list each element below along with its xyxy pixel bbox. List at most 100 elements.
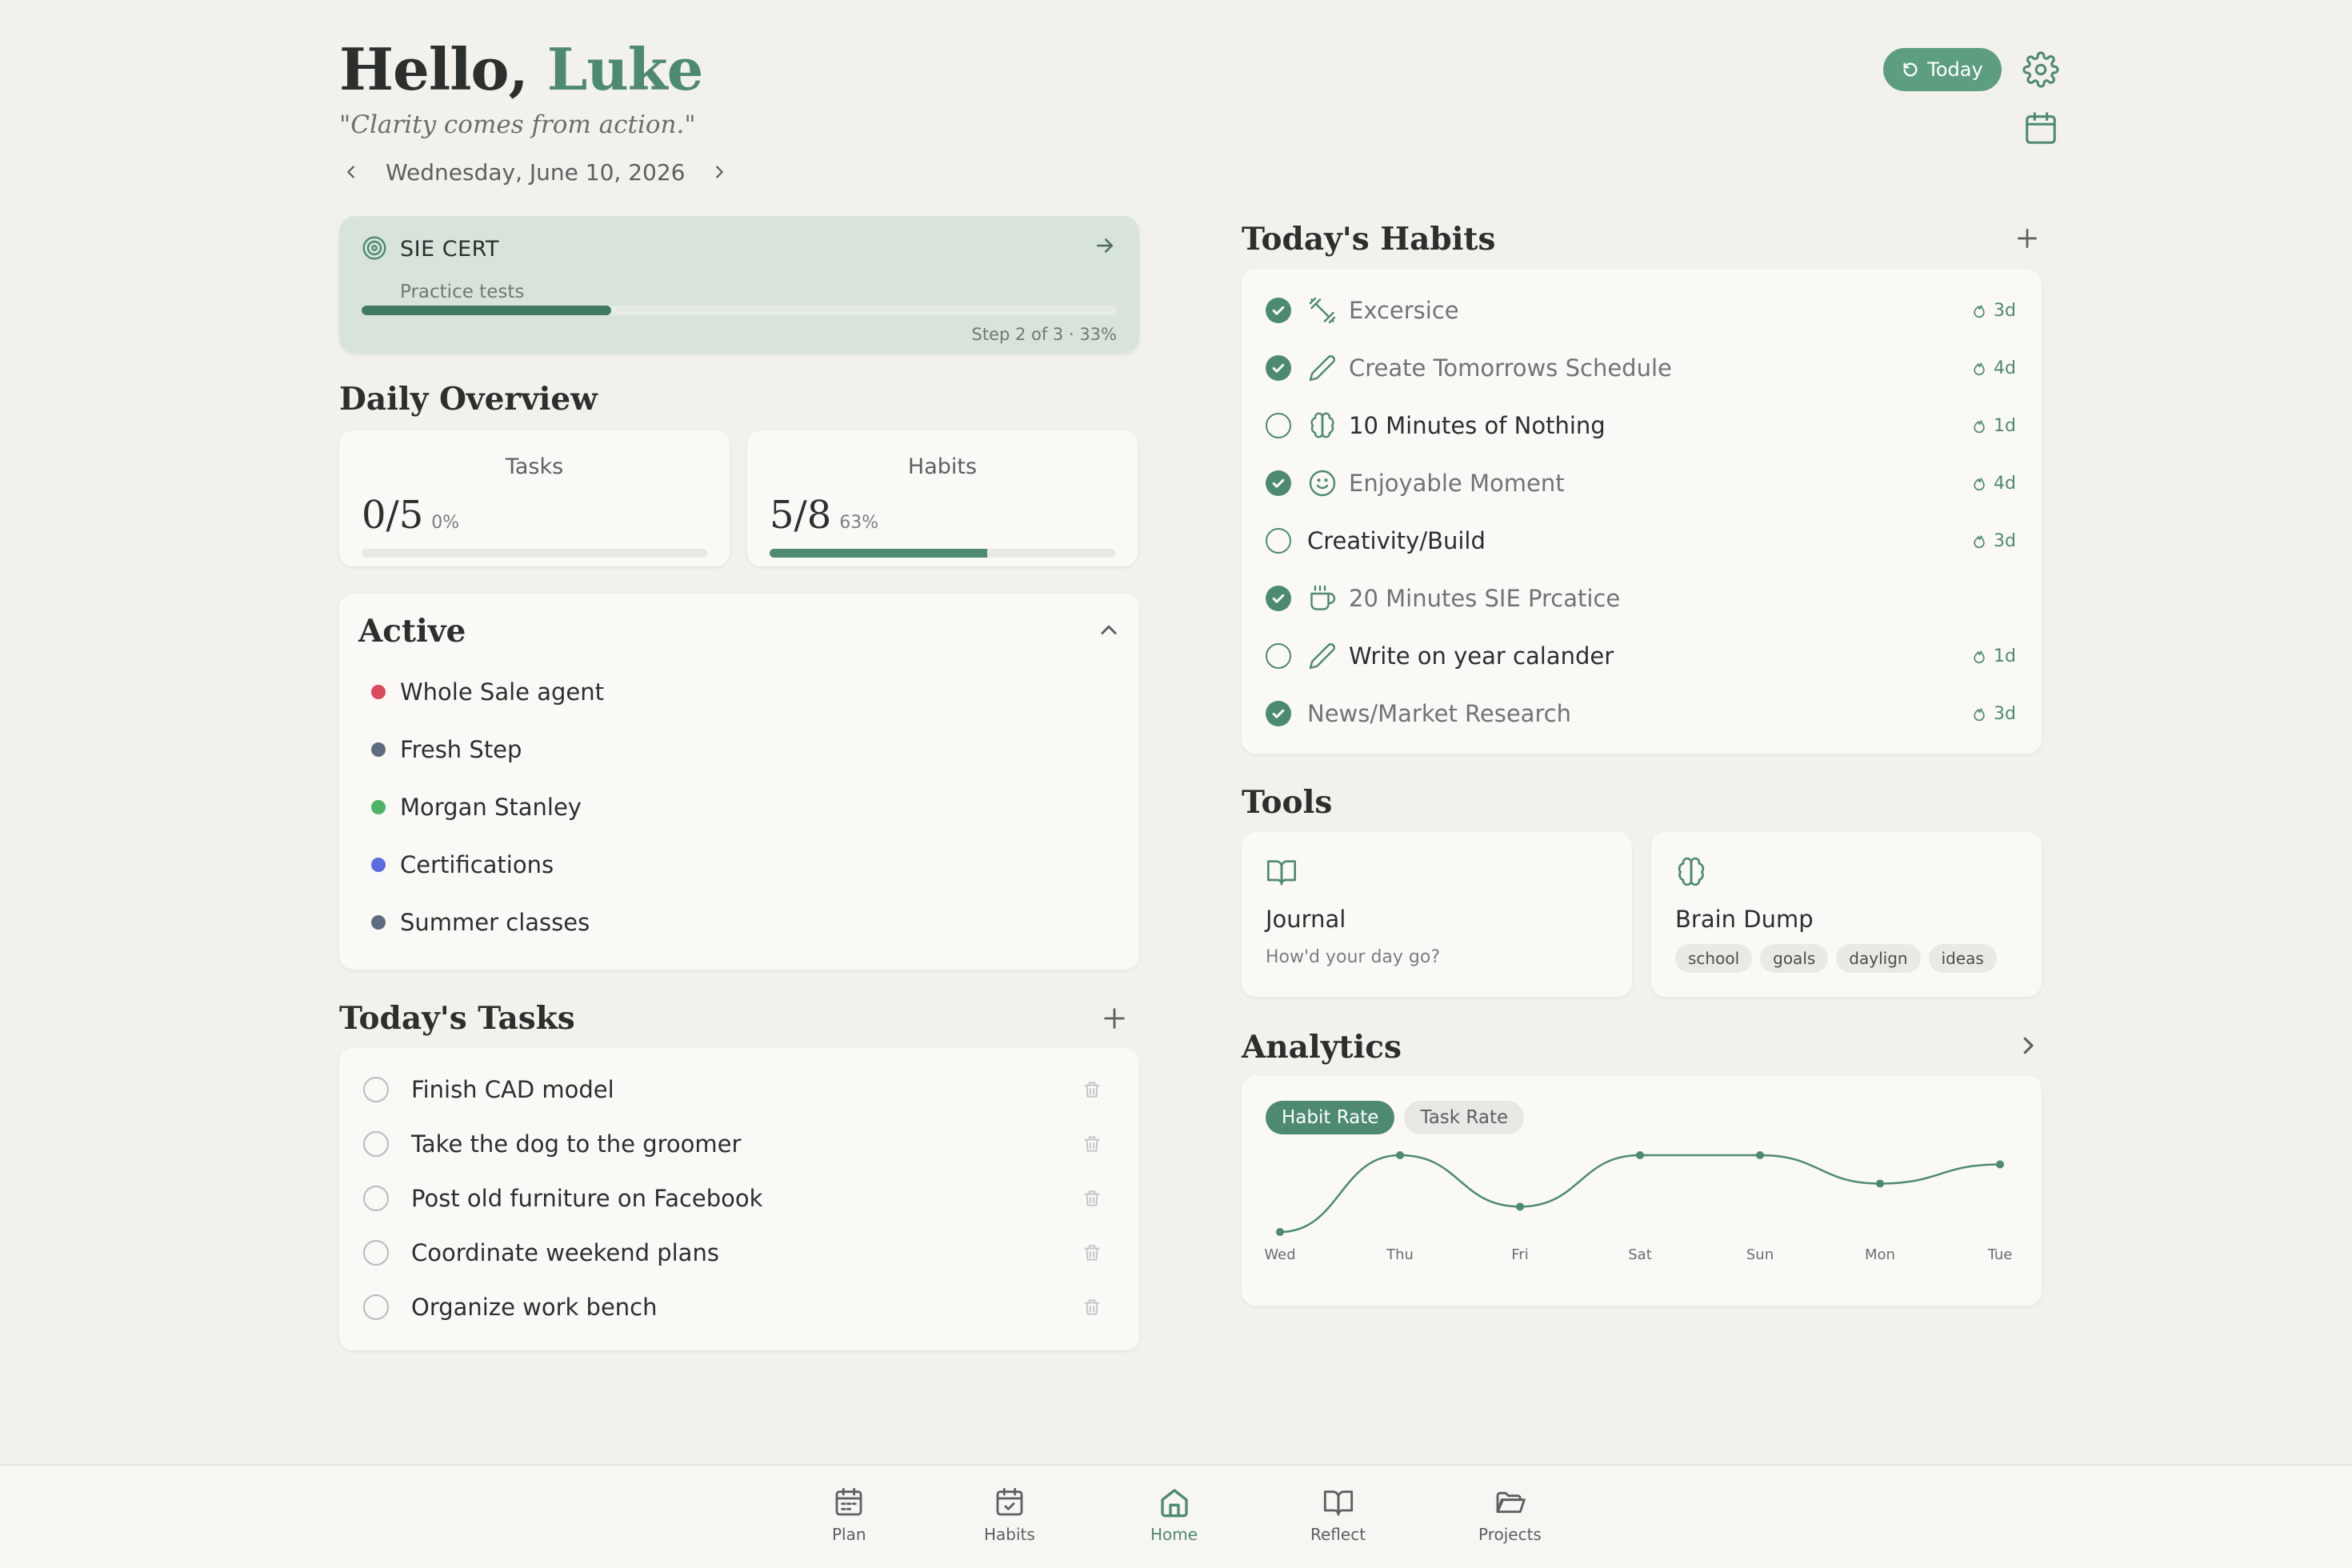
settings-button[interactable] [2019,48,2062,91]
calendar-icon [2026,112,2056,144]
project-color-dot [371,915,386,930]
tasks-overview-card[interactable]: Tasks 0/5 0% [339,430,730,566]
todays-habits-title: Today's Habits [1242,221,1496,258]
gear-icon [2022,51,2059,88]
habit-checkbox[interactable] [1266,413,1291,438]
next-day-button[interactable] [707,160,731,184]
daily-overview-title: Daily Overview [339,381,598,418]
task-row[interactable]: Take the dog to the groomer [363,1120,1115,1168]
nav-home[interactable]: Home [1150,1486,1198,1544]
habit-label: 10 Minutes of Nothing [1349,412,1606,439]
tasks-list-card: Finish CAD model Take the dog to the gro… [339,1048,1139,1350]
tag-chip[interactable]: school [1675,944,1753,973]
data-point [1876,1179,1884,1188]
task-row[interactable]: Post old furniture on Facebook [363,1174,1115,1222]
active-item[interactable]: Whole Sale agent [371,678,604,706]
delete-task-button[interactable] [1082,1187,1102,1214]
task-checkbox[interactable] [363,1131,389,1157]
habit-checkbox-checked[interactable] [1266,701,1291,726]
habit-checkbox-checked[interactable] [1266,355,1291,381]
delete-task-button[interactable] [1082,1296,1102,1323]
nav-habits[interactable]: Habits [984,1486,1035,1544]
habits-overview-pct: 63% [839,513,879,533]
calendar-button[interactable] [2019,107,2062,150]
active-item[interactable]: Fresh Step [371,736,522,763]
tag-chip[interactable]: goals [1760,944,1829,973]
project-color-dot [371,685,386,699]
tasks-overview-pct: 0% [431,513,460,533]
calendar-grid-icon [835,1487,862,1516]
habits-list-card: Excersice 3d Create Tomorrows Schedule 4… [1242,269,2042,754]
x-tick-label: Sun [1746,1246,1774,1263]
chevron-left-icon [347,166,354,178]
habit-row[interactable]: News/Market Research 3d [1266,690,2018,738]
habit-checkbox[interactable] [1266,643,1291,669]
brain-dump-tool-card[interactable]: Brain Dump school goals daylign ideas [1651,832,2042,997]
habit-row[interactable]: 20 Minutes SIE Prcatice [1266,574,2018,622]
data-point [1636,1151,1644,1159]
nav-reflect-label: Reflect [1310,1525,1366,1544]
active-item[interactable]: Certifications [371,851,554,878]
habit-row[interactable]: Enjoyable Moment 4d [1266,459,2018,507]
today-button[interactable]: Today [1883,48,2002,91]
goal-card[interactable]: SIE CERT Practice tests Step 2 of 3 · 33… [339,216,1139,354]
habit-row[interactable]: Write on year calander 1d [1266,632,2018,680]
arrow-right-icon[interactable] [1093,234,1117,258]
task-label: Take the dog to the groomer [411,1130,742,1158]
pencil-icon [1307,641,1338,671]
delete-task-button[interactable] [1082,1133,1102,1160]
smile-icon [1307,468,1338,498]
nav-reflect[interactable]: Reflect [1310,1486,1366,1544]
delete-task-button[interactable] [1082,1078,1102,1106]
task-row[interactable]: Organize work bench [363,1283,1115,1331]
habit-checkbox-checked[interactable] [1266,298,1291,323]
x-tick-label: Mon [1865,1246,1895,1263]
x-tick-label: Wed [1264,1246,1295,1263]
chevron-up-icon[interactable] [1098,619,1120,642]
delete-task-button[interactable] [1082,1242,1102,1269]
habit-label: Enjoyable Moment [1349,470,1565,497]
tag-chip[interactable]: daylign [1836,944,1921,973]
todays-tasks-title: Today's Tasks [339,1000,575,1037]
active-item[interactable]: Summer classes [371,909,590,936]
habits-overview-card[interactable]: Habits 5/8 63% [747,430,1138,566]
current-date: Wednesday, June 10, 2026 [386,158,686,186]
brain-dump-tags: school goals daylign ideas [1675,944,1997,973]
habit-row[interactable]: Excersice 3d [1266,286,2018,334]
habit-streak: 3d [1971,301,2016,321]
check-icon [1272,306,1285,315]
x-tick-label: Sat [1628,1246,1652,1263]
daily-quote: "Clarity comes from action." [339,110,696,139]
habit-row[interactable]: Creativity/Build 3d [1266,517,2018,565]
habit-row[interactable]: Create Tomorrows Schedule 4d [1266,344,2018,392]
flame-icon [1974,305,1985,318]
chevron-right-icon[interactable] [2016,1034,2040,1058]
habit-checkbox-checked[interactable] [1266,470,1291,496]
habit-checkbox-checked[interactable] [1266,586,1291,611]
journal-tool-card[interactable]: Journal How'd your day go? [1242,832,1632,997]
nav-projects[interactable]: Projects [1478,1486,1542,1544]
task-checkbox[interactable] [363,1186,389,1211]
task-checkbox[interactable] [363,1240,389,1266]
active-item[interactable]: Morgan Stanley [371,794,582,821]
task-row[interactable]: Finish CAD model [363,1066,1115,1114]
task-row[interactable]: Coordinate weekend plans [363,1229,1115,1277]
tag-chip[interactable]: ideas [1928,944,1997,973]
flame-icon [1974,535,1985,549]
today-label: Today [1927,58,1983,81]
add-task-icon[interactable] [1101,1005,1128,1032]
add-habit-icon[interactable] [2014,226,2040,251]
habit-row[interactable]: 10 Minutes of Nothing 1d [1266,402,2018,450]
active-item-label: Certifications [400,851,554,878]
habits-progress-bar [770,549,1115,558]
prev-day-button[interactable] [339,160,363,184]
task-checkbox[interactable] [363,1294,389,1320]
habit-checkbox[interactable] [1266,528,1291,554]
project-color-dot [371,858,386,872]
task-checkbox[interactable] [363,1077,389,1102]
nav-plan[interactable]: Plan [832,1486,866,1544]
flame-icon [1974,708,1985,722]
active-title: Active [358,613,466,650]
habit-rate-chart: Wed Thu Fri Sat Sun Mon Tue [1264,1151,2012,1263]
dumbbell-icon [1307,295,1338,326]
